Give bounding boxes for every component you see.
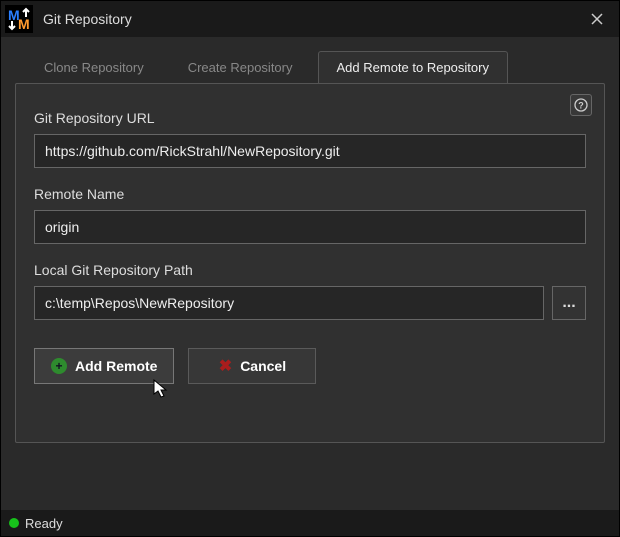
tab-clone-repository[interactable]: Clone Repository <box>25 51 163 83</box>
titlebar: M M Git Repository <box>1 1 619 37</box>
close-button[interactable] <box>583 5 611 33</box>
status-text: Ready <box>25 516 63 531</box>
local-path-input[interactable] <box>34 286 544 320</box>
add-remote-button[interactable]: + Add Remote <box>34 348 174 384</box>
svg-text:?: ? <box>578 101 584 111</box>
help-button[interactable]: ? <box>570 94 592 116</box>
local-path-label: Local Git Repository Path <box>34 262 586 278</box>
tab-add-remote[interactable]: Add Remote to Repository <box>318 51 508 83</box>
app-icon: M M <box>5 5 33 33</box>
svg-text:M: M <box>18 16 30 32</box>
add-remote-label: Add Remote <box>75 358 157 374</box>
cancel-icon: ✖ <box>219 356 232 376</box>
form-panel: ? Git Repository URL Remote Name Local G… <box>15 83 605 443</box>
tab-create-repository[interactable]: Create Repository <box>169 51 312 83</box>
plus-icon: + <box>51 358 67 374</box>
status-indicator-icon <box>9 518 19 528</box>
tab-bar: Clone Repository Create Repository Add R… <box>1 37 619 83</box>
help-icon: ? <box>574 98 588 112</box>
url-label: Git Repository URL <box>34 110 586 126</box>
browse-button[interactable]: ... <box>552 286 586 320</box>
status-bar: Ready <box>1 510 619 536</box>
cancel-label: Cancel <box>240 358 286 374</box>
url-input[interactable] <box>34 134 586 168</box>
cancel-button[interactable]: ✖ Cancel <box>188 348 316 384</box>
close-icon <box>591 13 603 25</box>
remote-name-input[interactable] <box>34 210 586 244</box>
remote-name-label: Remote Name <box>34 186 586 202</box>
window-title: Git Repository <box>43 11 583 27</box>
